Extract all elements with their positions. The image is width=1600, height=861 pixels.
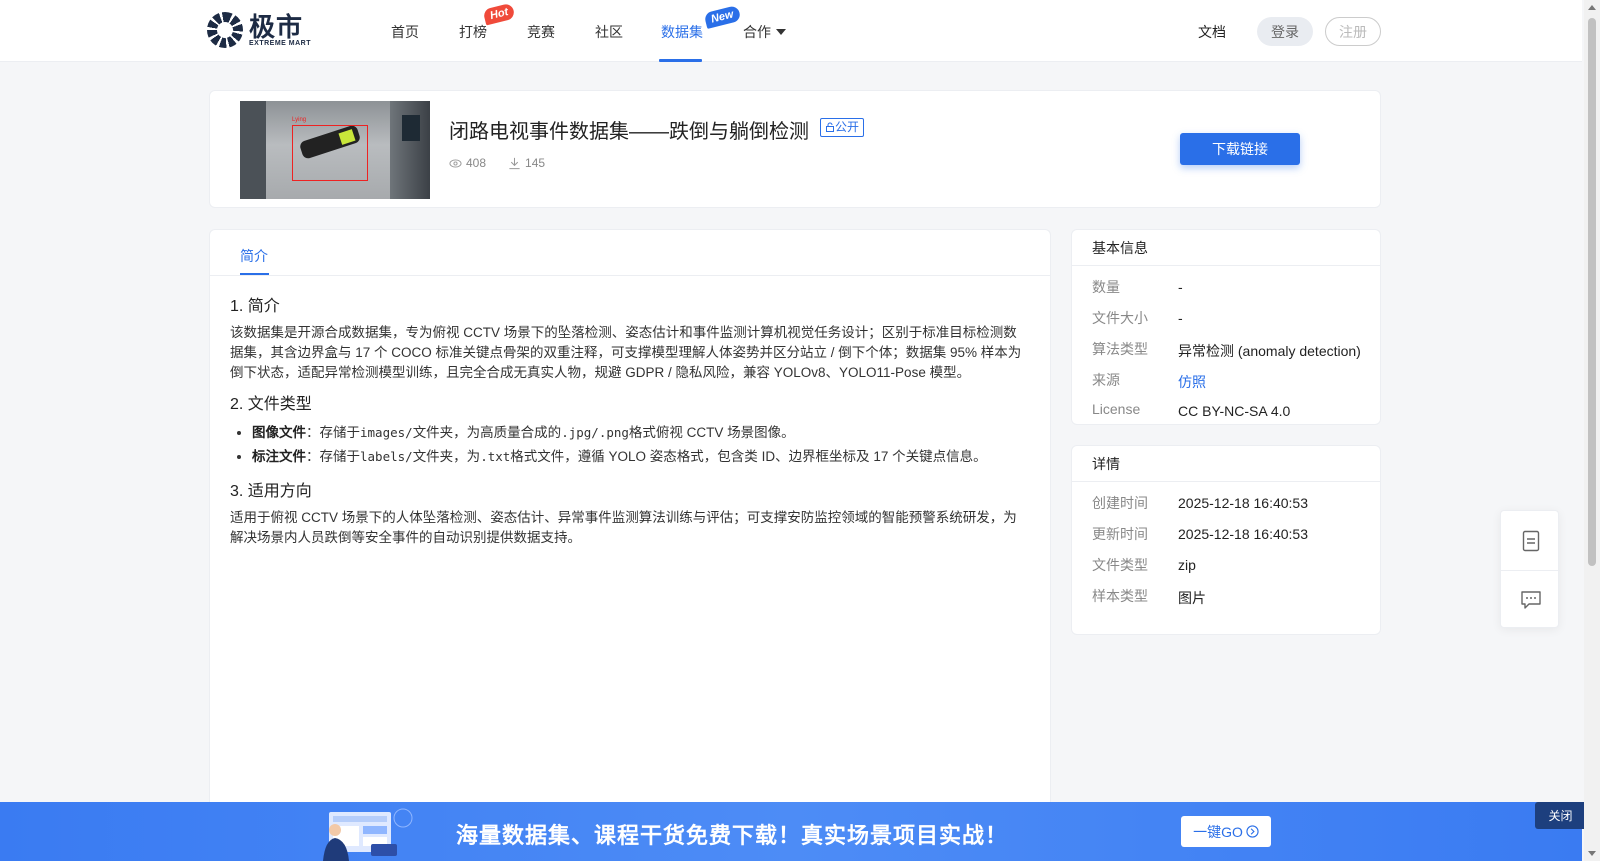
details-card: 详情 创建时间 2025-12-18 16:40:53 更新时间 2025-12-1… bbox=[1071, 445, 1381, 635]
new-badge: New bbox=[703, 5, 742, 29]
logo-icon bbox=[207, 12, 243, 48]
public-tag: 公开 bbox=[820, 118, 865, 137]
bounding-box bbox=[292, 125, 368, 181]
list-item: 图像文件：存储于images/文件夹，为高质量合成的.jpg/.png格式俯视 … bbox=[252, 421, 1030, 445]
banner-text: 海量数据集、课程干货免费下载！真实场景项目实战！ bbox=[456, 823, 1009, 848]
scroll-down-arrow-icon[interactable] bbox=[1588, 851, 1596, 856]
download-icon bbox=[509, 157, 520, 169]
nav-community[interactable]: 社区 bbox=[595, 22, 623, 42]
lock-open-icon bbox=[826, 122, 834, 132]
nav-cooperation[interactable]: 合作 bbox=[743, 22, 786, 42]
hot-badge: Hot bbox=[482, 2, 516, 26]
chat-icon bbox=[1520, 591, 1541, 609]
intro-content: 1. 简介 该数据集是开源合成数据集，专为俯视 CCTV 场景下的坠落检测、姿态… bbox=[230, 292, 1030, 555]
card-title: 详情 bbox=[1072, 446, 1380, 482]
dataset-stats: 408 145 bbox=[449, 156, 545, 170]
info-row: 创建时间 2025-12-18 16:40:53 bbox=[1092, 495, 1308, 511]
scroll-up-arrow-icon[interactable] bbox=[1588, 5, 1596, 10]
top-nav: 极市 EXTREME MART 首页 打榜 Hot 竞赛 社区 数据集 New … bbox=[0, 0, 1582, 62]
eye-icon bbox=[449, 159, 462, 167]
info-row: 来源 仿照 bbox=[1092, 372, 1206, 392]
logo[interactable]: 极市 EXTREME MART bbox=[207, 12, 311, 48]
dataset-title: 闭路电视事件数据集——跌倒与躺倒检测 bbox=[449, 121, 809, 143]
card-title: 基本信息 bbox=[1072, 230, 1380, 266]
info-row: License CC BY-NC-SA 4.0 bbox=[1092, 401, 1291, 419]
scroll-thumb[interactable] bbox=[1588, 18, 1596, 566]
info-row: 数量 - bbox=[1092, 279, 1183, 295]
tab-intro[interactable]: 简介 bbox=[240, 246, 268, 266]
section-paragraph: 该数据集是开源合成数据集，专为俯视 CCTV 场景下的坠落检测、姿态估计和事件监… bbox=[230, 325, 1022, 380]
info-row: 文件类型 zip bbox=[1092, 557, 1196, 573]
nav-competition[interactable]: 竞赛 bbox=[527, 22, 555, 42]
list-item: 标注文件：存储于labels/文件夹，为.txt格式文件，遵循 YOLO 姿态格… bbox=[252, 445, 1030, 469]
download-count: 145 bbox=[525, 156, 546, 170]
section-heading: 3. 适用方向 bbox=[230, 483, 312, 500]
nav-datasets[interactable]: 数据集 bbox=[661, 22, 703, 42]
download-link-button[interactable]: 下载链接 bbox=[1180, 133, 1300, 165]
notes-button[interactable] bbox=[1501, 511, 1560, 570]
dataset-header-card: Lying 闭路电视事件数据集——跌倒与躺倒检测 公开 408 145 下载链接 bbox=[209, 90, 1381, 208]
section-paragraph: 适用于俯视 CCTV 场景下的人体坠落检测、姿态估计、异常事件监测算法训练与评估… bbox=[230, 510, 1017, 545]
basic-info-card: 基本信息 数量 - 文件大小 - 算法类型 异常检测 (anomaly detecti… bbox=[1071, 229, 1381, 425]
logo-subtext: EXTREME MART bbox=[249, 39, 311, 47]
intro-card: 简介 1. 简介 该数据集是开源合成数据集，专为俯视 CCTV 场景下的坠落检测… bbox=[209, 229, 1051, 861]
docs-link[interactable]: 文档 bbox=[1198, 22, 1226, 42]
bbox-label: Lying bbox=[292, 117, 307, 123]
file-type-list: 图像文件：存储于images/文件夹，为高质量合成的.jpg/.png格式俯视 … bbox=[252, 421, 1030, 469]
document-icon bbox=[1522, 530, 1539, 551]
arrow-circle-icon bbox=[1246, 825, 1259, 838]
feedback-button[interactable] bbox=[1501, 570, 1560, 629]
logo-text: 极市 bbox=[249, 11, 304, 42]
view-count: 408 bbox=[466, 156, 487, 170]
nav-leaderboard[interactable]: 打榜 bbox=[459, 22, 487, 42]
banner-close-button[interactable]: 关闭 bbox=[1535, 802, 1586, 829]
tab-bar: 简介 bbox=[210, 230, 1050, 276]
tab-active-indicator bbox=[240, 273, 269, 275]
info-row: 文件大小 - bbox=[1092, 310, 1183, 326]
dataset-thumbnail: Lying bbox=[240, 101, 430, 199]
source-link[interactable]: 仿照 bbox=[1178, 372, 1206, 392]
section-heading: 2. 文件类型 bbox=[230, 396, 312, 413]
banner-go-button[interactable]: 一键GO bbox=[1181, 816, 1271, 847]
promo-banner: 海量数据集、课程干货免费下载！真实场景项目实战！ 一键GO bbox=[0, 802, 1582, 861]
caret-down-icon bbox=[776, 29, 786, 35]
login-button[interactable]: 登录 bbox=[1257, 17, 1313, 46]
info-row: 样本类型 图片 bbox=[1092, 588, 1206, 606]
nav-active-indicator bbox=[659, 59, 702, 62]
register-button[interactable]: 注册 bbox=[1325, 17, 1381, 46]
nav-home[interactable]: 首页 bbox=[391, 22, 419, 42]
info-row: 算法类型 异常检测 (anomaly detection) bbox=[1092, 341, 1361, 359]
info-row: 更新时间 2025-12-18 16:40:53 bbox=[1092, 526, 1308, 542]
section-heading: 1. 简介 bbox=[230, 298, 280, 315]
page-scrollbar[interactable] bbox=[1584, 0, 1600, 861]
banner-illustration bbox=[323, 808, 413, 861]
floating-toolbar bbox=[1500, 510, 1560, 629]
